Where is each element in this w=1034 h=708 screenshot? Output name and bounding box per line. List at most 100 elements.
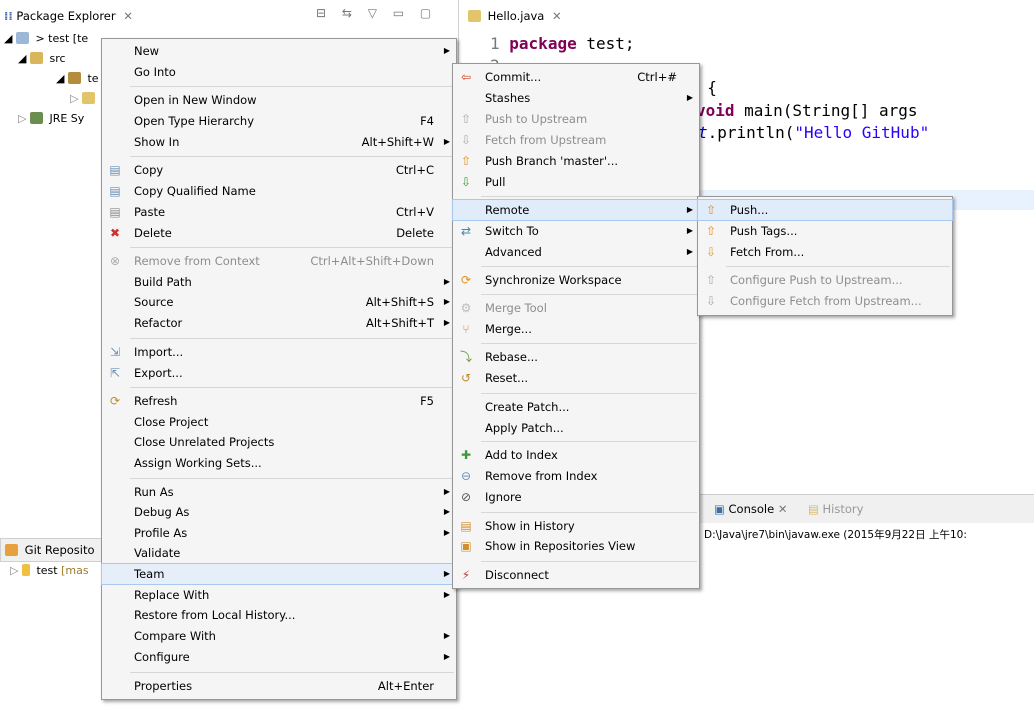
menu-item-remote[interactable]: Remote ▶ <box>452 199 700 221</box>
submenu-arrow-icon: ▶ <box>686 93 693 102</box>
menu-item-merge-tool[interactable]: ⚙ Merge Tool <box>453 298 699 318</box>
menu-item-source[interactable]: Source Alt+Shift+S ▶ <box>102 292 456 312</box>
menu-item-copy-qualified-name[interactable]: ▤ Copy Qualified Name <box>102 181 456 201</box>
tree-item-file[interactable]: ▷ <box>70 90 98 108</box>
menu-item-apply-patch[interactable]: Apply Patch... <box>453 418 699 438</box>
menu-item-show-in-repositories-view[interactable]: ▣ Show in Repositories View <box>453 536 699 556</box>
tree-item-src[interactable]: ◢ src <box>18 50 66 68</box>
expand-icon[interactable]: ◢ <box>56 72 64 85</box>
menu-item-label: Commit... <box>485 70 542 84</box>
menu-item-pull[interactable]: ⇩ Pull <box>453 172 699 192</box>
tree-item-project[interactable]: ◢ > test [te <box>4 30 88 48</box>
menu-item-export[interactable]: ⇱ Export... <box>102 363 456 383</box>
menu-item-show-in[interactable]: Show In Alt+Shift+W ▶ <box>102 132 456 152</box>
menu-item-reset[interactable]: ↺ Reset... <box>453 368 699 388</box>
menu-item-ignore[interactable]: ⊘ Ignore <box>453 487 699 507</box>
export-icon: ⇱ <box>109 366 121 380</box>
history-tab[interactable]: ▤ History <box>808 502 863 516</box>
close-icon[interactable]: ✕ <box>778 502 788 516</box>
menu-item-open-type-hierarchy[interactable]: Open Type Hierarchy F4 <box>102 111 456 131</box>
collapse-icon[interactable]: ▷ <box>18 112 26 125</box>
close-icon[interactable]: ✕ <box>123 9 133 23</box>
commit-icon: ⇦ <box>460 70 472 84</box>
menu-item-delete[interactable]: ✖ Delete Delete <box>102 223 456 243</box>
menu-item-team[interactable]: Team ▶ <box>101 563 457 585</box>
merge-tool-icon: ⚙ <box>460 301 472 315</box>
expand-icon[interactable]: ◢ <box>4 32 12 45</box>
menu-item-replace-with[interactable]: Replace With ▶ <box>102 585 456 605</box>
menu-item-go-into[interactable]: Go Into <box>102 62 456 82</box>
menu-item-restore-from-local-history[interactable]: Restore from Local History... <box>102 605 456 625</box>
menu-item-profile-as[interactable]: Profile As ▶ <box>102 523 456 543</box>
menu-item-label: Push Branch 'master'... <box>485 154 619 168</box>
menu-item-close-unrelated-projects[interactable]: Close Unrelated Projects <box>102 432 456 452</box>
menu-item-show-in-history[interactable]: ▤ Show in History <box>453 516 699 536</box>
close-icon[interactable]: ✕ <box>552 9 562 23</box>
menu-item-open-in-new-window[interactable]: Open in New Window <box>102 90 456 110</box>
menu-item-add-to-index[interactable]: ✚ Add to Index <box>453 445 699 465</box>
menu-item-stashes[interactable]: Stashes ▶ <box>453 88 699 108</box>
menu-item-advanced[interactable]: Advanced ▶ <box>453 242 699 262</box>
code-text: .println( <box>707 123 795 142</box>
view-toolbar[interactable]: ⊟ ⇆ ▽ ▭ ▢ <box>316 6 437 20</box>
menu-item-create-patch[interactable]: Create Patch... <box>453 397 699 417</box>
menu-item-fetch-from[interactable]: ⇩ Fetch From... <box>698 242 952 262</box>
menu-item-remove-from-context[interactable]: ⊗ Remove from Context Ctrl+Alt+Shift+Down <box>102 251 456 271</box>
collapse-icon[interactable]: ▷ <box>10 564 18 577</box>
editor-tab-hello-java[interactable]: Hello.java ✕ <box>468 6 562 26</box>
submenu-arrow-icon: ▶ <box>443 297 450 306</box>
menu-item-label: Push... <box>730 203 769 217</box>
menu-item-refactor[interactable]: Refactor Alt+Shift+T ▶ <box>102 313 456 333</box>
menu-item-configure[interactable]: Configure ▶ <box>102 647 456 667</box>
menu-item-label: Source <box>134 295 174 309</box>
git-repositories-tab[interactable]: Git Reposito <box>0 538 110 562</box>
console-tab[interactable]: ▣ Console ✕ <box>714 502 787 516</box>
menu-item-shortcut: Delete <box>396 226 434 240</box>
menu-item-import[interactable]: ⇲ Import... <box>102 342 456 362</box>
menu-item-disconnect[interactable]: ⚡ Disconnect <box>453 565 699 585</box>
menu-item-remove-from-index[interactable]: ⊖ Remove from Index <box>453 466 699 486</box>
menu-item-configure-push-to-upstream[interactable]: ⇧ Configure Push to Upstream... <box>698 270 952 290</box>
submenu-arrow-icon: ▶ <box>686 205 693 214</box>
menu-item-assign-working-sets[interactable]: Assign Working Sets... <box>102 453 456 473</box>
menu-item-commit[interactable]: ⇦ Commit... Ctrl+# <box>453 67 699 87</box>
package-explorer-tab[interactable]: ⁞⁞ Package Explorer ✕ <box>4 6 133 26</box>
menu-item-push-tags[interactable]: ⇧ Push Tags... <box>698 221 952 241</box>
console-output: D:\Java\jre7\bin\javaw.exe (2015年9月22日 上… <box>704 529 967 541</box>
menu-item-validate[interactable]: Validate <box>102 543 456 563</box>
menu-item-properties[interactable]: Properties Alt+Enter <box>102 676 456 696</box>
menu-item-push-branch-master[interactable]: ⇧ Push Branch 'master'... <box>453 151 699 171</box>
menu-item-debug-as[interactable]: Debug As ▶ <box>102 502 456 522</box>
menu-item-synchronize-workspace[interactable]: ⟳ Synchronize Workspace <box>453 270 699 290</box>
tree-item-jre[interactable]: ▷ JRE Sy <box>18 110 84 128</box>
menu-item-push[interactable]: ⇧ Push... <box>697 199 953 221</box>
menu-item-fetch-from-upstream[interactable]: ⇩ Fetch from Upstream <box>453 130 699 150</box>
menu-item-label: Fetch from Upstream <box>485 133 607 147</box>
menu-item-close-project[interactable]: Close Project <box>102 412 456 432</box>
code-line-1[interactable]: 1 package test; <box>490 34 635 53</box>
menu-item-label: Create Patch... <box>485 400 570 414</box>
expand-icon[interactable]: ◢ <box>18 52 26 65</box>
menu-item-label: Import... <box>134 345 184 359</box>
history-icon: ▤ <box>808 502 819 516</box>
code-line-5[interactable]: t.println("Hello GitHub" <box>698 123 929 142</box>
menu-item-configure-fetch-from-upstream[interactable]: ⇩ Configure Fetch from Upstream... <box>698 291 952 311</box>
menu-item-switch-to[interactable]: ⇄ Switch To ▶ <box>453 221 699 241</box>
menu-item-shortcut: Ctrl+C <box>395 163 434 177</box>
menu-item-copy[interactable]: ▤ Copy Ctrl+C <box>102 160 456 180</box>
menu-item-run-as[interactable]: Run As ▶ <box>102 482 456 502</box>
tree-item-package[interactable]: ◢ te <box>56 70 99 88</box>
collapse-icon[interactable]: ▷ <box>70 92 78 105</box>
menu-item-compare-with[interactable]: Compare With ▶ <box>102 626 456 646</box>
menu-item-push-to-upstream[interactable]: ⇧ Push to Upstream <box>453 109 699 129</box>
menu-item-shortcut: Alt+Shift+T <box>365 316 434 330</box>
menu-item-rebase[interactable]: ⤵ Rebase... <box>453 347 699 367</box>
code-line-4[interactable]: void main(String[] args <box>696 101 918 120</box>
git-repo-item[interactable]: ▷ test [mas <box>10 562 89 580</box>
menu-item-refresh[interactable]: ⟳ Refresh F5 <box>102 391 456 411</box>
menu-item-merge[interactable]: ⑂ Merge... <box>453 319 699 339</box>
menu-item-new[interactable]: New ▶ <box>102 41 456 61</box>
menu-item-build-path[interactable]: Build Path ▶ <box>102 272 456 292</box>
code-keyword: void <box>696 101 735 120</box>
menu-item-paste[interactable]: ▤ Paste Ctrl+V <box>102 202 456 222</box>
